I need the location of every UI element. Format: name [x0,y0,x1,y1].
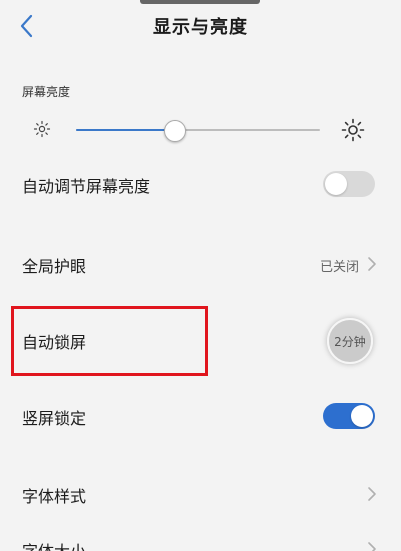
portrait-lock-row[interactable]: 竖屏锁定 [0,392,401,440]
brightness-section-label: 屏幕亮度 [22,85,71,99]
font-size-label: 字体大小 [22,538,86,551]
highlight-annotation-box [11,306,208,376]
font-style-row[interactable]: 字体样式 [0,470,401,518]
font-size-row[interactable]: 字体大小 [0,525,401,551]
eye-protection-row[interactable]: 全局护眼 已关闭 [0,240,401,288]
auto-brightness-row[interactable]: 自动调节屏幕亮度 [0,160,401,208]
font-style-label: 字体样式 [22,487,87,506]
auto-lock-value[interactable]: 2分钟 [327,318,373,364]
chevron-right-icon [368,257,376,271]
sun-large-icon [341,118,365,142]
chevron-right-icon [368,487,376,501]
toggle-knob [351,405,373,427]
brightness-slider-fill [76,129,174,131]
toggle-knob [325,173,347,195]
page-title: 显示与亮度 [153,17,248,38]
chevron-right-icon [368,542,376,551]
portrait-lock-toggle[interactable] [323,403,375,429]
eye-protection-label: 全局护眼 [22,257,87,276]
header: 显示与亮度 [0,0,401,60]
auto-brightness-label: 自动调节屏幕亮度 [22,177,151,196]
portrait-lock-label: 竖屏锁定 [22,409,87,428]
brightness-slider-row [0,112,401,150]
auto-brightness-toggle[interactable] [323,171,375,197]
brightness-slider-thumb[interactable] [163,120,186,142]
eye-protection-value: 已关闭 [319,260,359,275]
sun-small-icon [33,120,51,138]
settings-screen: 显示与亮度 屏幕亮度 自动调节屏幕亮度 全局护眼 已关闭 自动锁屏 2分钟 竖屏… [0,0,401,551]
brightness-slider[interactable] [76,120,320,142]
